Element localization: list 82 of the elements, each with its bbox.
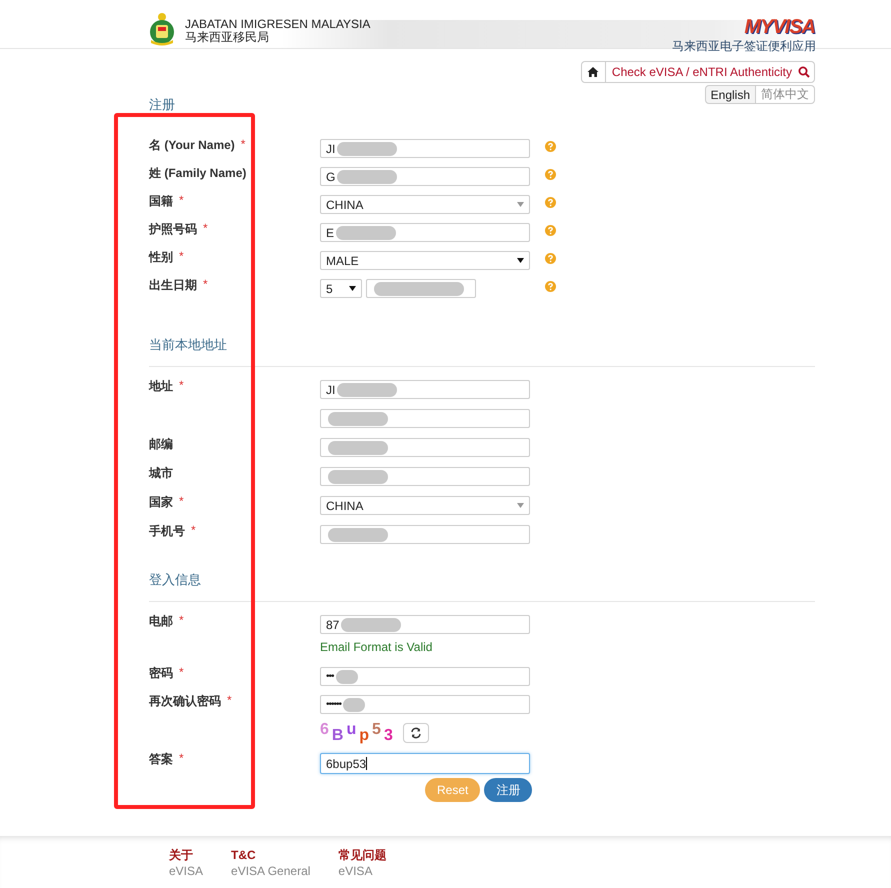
input-field[interactable]: ••• <box>320 667 530 686</box>
field-label: 姓 (Family Name) <box>149 165 246 182</box>
field-label: 手机号 <box>149 523 185 540</box>
field-label: 邮编 <box>149 436 173 453</box>
required-mark: * <box>179 751 184 767</box>
field-label: 答案 <box>149 751 173 768</box>
field-label: 国家 <box>149 494 173 511</box>
captcha-character: B <box>332 727 344 745</box>
agency-name-chinese: 马来西亚移民局 <box>185 30 270 44</box>
refresh-icon <box>410 727 422 739</box>
input-field[interactable]: E <box>320 223 530 242</box>
emblem-icon <box>147 12 177 46</box>
field-label: 电邮 <box>149 613 173 630</box>
select-field[interactable]: MALE <box>320 251 530 270</box>
caret-icon <box>517 202 524 207</box>
field-label: 再次确认密码 <box>149 693 221 710</box>
required-mark: * <box>240 137 246 153</box>
help-icon[interactable] <box>545 253 556 264</box>
input-field[interactable]: JI <box>320 380 530 399</box>
input-field[interactable] <box>320 467 530 486</box>
field-label: 地址 <box>149 378 173 395</box>
input-field[interactable] <box>320 438 530 457</box>
required-mark: * <box>179 249 184 265</box>
section-title: 当前本地地址 <box>149 337 227 352</box>
month-year-select[interactable] <box>366 279 476 298</box>
home-icon <box>587 66 600 78</box>
footer-link[interactable]: eVISA <box>169 863 204 879</box>
help-icon[interactable] <box>545 169 556 180</box>
field-label: 国籍 <box>149 193 173 210</box>
input-field[interactable] <box>320 525 530 544</box>
section-title: 注册 <box>149 97 175 112</box>
footer-heading: 常见问题 <box>338 847 386 863</box>
footer-heading: T&C <box>231 847 257 863</box>
input-field[interactable]: 87 <box>320 615 530 634</box>
required-mark: * <box>179 613 184 629</box>
captcha-character: 6 <box>320 721 329 739</box>
select-field[interactable]: CHINA <box>320 496 530 515</box>
input-field[interactable]: G <box>320 167 530 186</box>
field-label: 出生日期 <box>149 277 197 294</box>
required-mark: * <box>203 221 208 237</box>
input-field[interactable]: JI <box>320 139 530 158</box>
field-label: 护照号码 <box>149 221 197 238</box>
help-icon[interactable] <box>545 197 556 208</box>
required-mark: * <box>179 193 184 209</box>
field-label: 密码 <box>149 665 173 682</box>
select-field[interactable]: CHINA <box>320 195 530 214</box>
tagline: 马来西亚电子签证便利应用 <box>672 39 816 53</box>
language-tab[interactable]: English <box>704 85 756 104</box>
caret-icon <box>517 258 524 263</box>
required-mark: * <box>179 494 184 510</box>
captcha-character: 5 <box>372 721 381 739</box>
required-mark: * <box>179 665 184 681</box>
help-icon[interactable] <box>545 141 556 152</box>
help-icon[interactable] <box>545 281 556 292</box>
required-mark: * <box>227 693 232 709</box>
field-label: 性别 <box>149 249 173 266</box>
input-field[interactable]: •••••• <box>320 695 530 714</box>
field-label: 城市 <box>149 465 173 482</box>
required-mark: * <box>191 523 196 539</box>
required-mark: * <box>179 378 184 394</box>
captcha-character: p <box>359 727 370 745</box>
validation-message: Email Format is Valid <box>320 640 434 654</box>
agency-name: JABATAN IMIGRESEN MALAYSIA <box>185 18 370 30</box>
help-icon[interactable] <box>545 225 556 236</box>
footer-link[interactable]: eVISA <box>338 863 386 879</box>
caret-icon <box>349 286 356 291</box>
required-mark: * <box>203 277 208 293</box>
caret-icon <box>517 503 524 508</box>
captcha-character: 3 <box>384 727 393 745</box>
footer-link[interactable]: eVISA General <box>231 863 310 879</box>
search-icon <box>798 66 810 78</box>
day-select[interactable]: 5 <box>320 279 362 298</box>
footer-heading: 关于 <box>169 847 194 863</box>
input-field[interactable] <box>320 409 530 428</box>
submit-button[interactable]: 注册 <box>484 778 532 802</box>
language-tab[interactable]: 简体中文 <box>756 85 815 104</box>
field-label: 名 (Your Name) <box>149 137 235 154</box>
myvisa-logo: MYVISA <box>744 16 815 38</box>
captcha-character: u <box>346 721 356 739</box>
section-title: 登入信息 <box>149 572 201 587</box>
refresh-button[interactable] <box>402 723 429 743</box>
input-field[interactable]: 6bup53 <box>320 753 530 774</box>
